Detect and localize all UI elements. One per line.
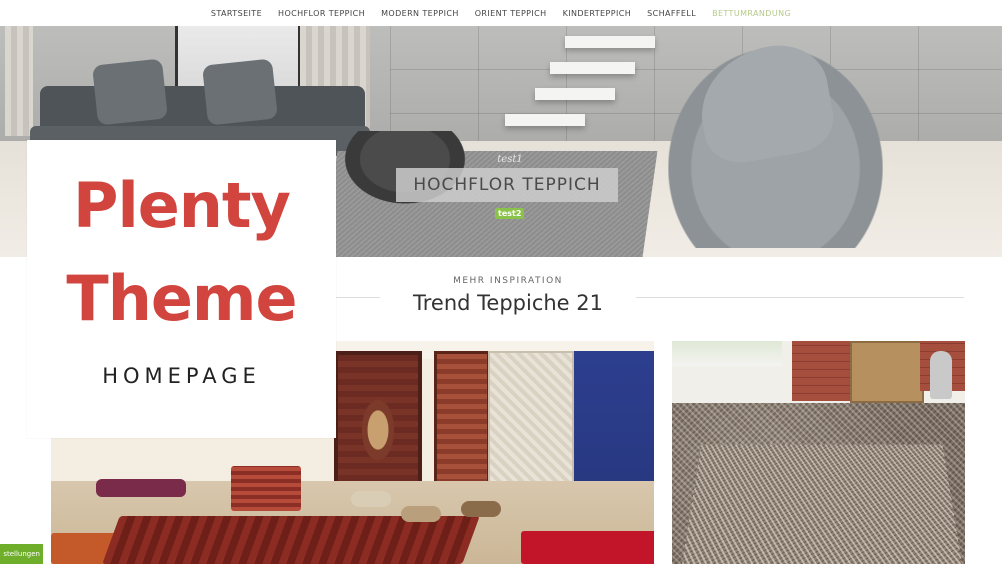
rolled-rug <box>401 506 441 522</box>
nav-item-hochflor-teppich[interactable]: HOCHFLOR TEPPICH <box>270 9 373 18</box>
showroom-bench <box>96 479 186 497</box>
room-shelf <box>850 341 924 403</box>
nav-item-schaffell[interactable]: SCHAFFELL <box>639 9 704 18</box>
shaggy-rug-image <box>682 444 962 564</box>
section-kicker: MEHR INSPIRATION <box>453 276 563 286</box>
product-card-shaggy-rug[interactable] <box>672 341 965 564</box>
hero-title-box: HOCHFLOR TEPPICH <box>396 168 618 202</box>
room-vase <box>930 351 952 399</box>
section-title: Trend Teppiche 21 <box>413 291 603 315</box>
floor-rug-image <box>521 531 654 564</box>
rolled-rug <box>461 501 501 517</box>
nav-item-modern-teppich[interactable]: MODERN TEPPICH <box>373 9 467 18</box>
overlay-title-line-1: Plenty <box>73 169 291 242</box>
theme-title-overlay: Plenty Theme HOMEPAGE <box>27 140 336 438</box>
hero-badge: test2 <box>495 208 525 219</box>
brick-wall <box>792 341 852 401</box>
nav-item-kinderteppich[interactable]: KINDERTEPPICH <box>555 9 640 18</box>
cookie-settings-tab[interactable]: stellungen <box>0 544 43 564</box>
hero-title: HOCHFLOR TEPPICH <box>413 175 601 195</box>
nav-item-startseite[interactable]: STARTSEITE <box>203 9 270 18</box>
rolled-rug <box>351 491 391 507</box>
overlay-title-line-2: Theme <box>66 262 297 335</box>
nav-item-bettumrandung[interactable]: BETTUMRANDUNG <box>704 9 799 18</box>
nav-item-orient-teppich[interactable]: ORIENT TEPPICH <box>467 9 555 18</box>
hero-subtitle: test1 <box>497 154 523 165</box>
floor-rug-image <box>231 466 301 511</box>
top-navigation: STARTSEITE HOCHFLOR TEPPICH MODERN TEPPI… <box>0 0 1002 26</box>
room-window <box>672 341 782 366</box>
section-divider-right <box>636 297 964 298</box>
overlay-subtitle: HOMEPAGE <box>102 364 261 388</box>
floor-rug-image <box>102 516 480 564</box>
